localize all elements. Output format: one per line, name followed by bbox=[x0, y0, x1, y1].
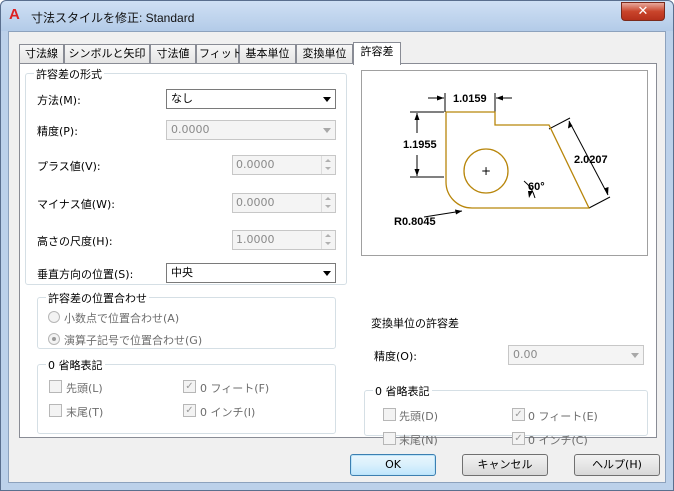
zero-inches-label[interactable]: 0 インチ(I) bbox=[200, 404, 255, 420]
leading-label[interactable]: 先頭(L) bbox=[66, 380, 103, 396]
alt-trailing-checkbox[interactable] bbox=[383, 432, 396, 445]
upper-value: 0.0000 bbox=[236, 158, 275, 171]
alt-leading-checkbox[interactable] bbox=[383, 408, 396, 421]
alt-tolerance-legend: 変換単位の許容差 bbox=[369, 315, 461, 331]
spinner-buttons[interactable] bbox=[321, 156, 335, 174]
trailing-label[interactable]: 末尾(T) bbox=[66, 404, 103, 420]
spin-up-icon bbox=[325, 159, 331, 162]
chevron-down-icon bbox=[631, 353, 639, 358]
spin-down-icon bbox=[325, 205, 331, 208]
precision-label: 精度(P): bbox=[37, 125, 78, 138]
chevron-down-icon bbox=[323, 271, 331, 276]
dim-left-text: 1.1955 bbox=[403, 139, 437, 151]
preview-pane: + 1.0159 1.1955 2.0207 60° R0.8045 bbox=[361, 70, 648, 256]
alt-zero-feet-checkbox[interactable]: ✓ bbox=[512, 408, 525, 421]
tab-symbols-arrows[interactable]: シンボルと矢印 bbox=[64, 44, 150, 64]
autocad-logo-icon: A bbox=[9, 6, 20, 23]
close-button[interactable]: ✕ bbox=[621, 2, 665, 21]
alt-zero-inches-label[interactable]: 0 インチ(C) bbox=[528, 432, 588, 448]
tab-tolerances[interactable]: 許容差 bbox=[353, 42, 401, 65]
dialog-client: 寸法線 シンボルと矢印 寸法値 フィット 基本単位 変換単位 許容差 許容差の形… bbox=[8, 31, 666, 483]
upper-value-spinner[interactable]: 0.0000 bbox=[232, 155, 336, 175]
trailing-checkbox[interactable] bbox=[49, 404, 62, 417]
ok-button[interactable]: OK bbox=[350, 454, 436, 476]
height-scale-spinner[interactable]: 1.0000 bbox=[232, 230, 336, 250]
zero-inches-checkbox[interactable]: ✓ bbox=[183, 404, 196, 417]
spinner-buttons[interactable] bbox=[321, 194, 335, 212]
lower-value: 0.0000 bbox=[236, 196, 275, 209]
spin-down-icon bbox=[325, 167, 331, 170]
spin-up-icon bbox=[325, 234, 331, 237]
tab-fit[interactable]: フィット bbox=[196, 44, 243, 64]
dim-angle-text: 60° bbox=[528, 181, 545, 193]
tolerance-format-legend: 許容差の形式 bbox=[34, 66, 104, 82]
dialog-window: A 寸法スタイルを修正: Standard ✕ 寸法線 シンボルと矢印 寸法値 … bbox=[0, 0, 674, 491]
center-mark: + bbox=[481, 164, 491, 178]
chevron-down-icon bbox=[323, 128, 331, 133]
spinner-buttons[interactable] bbox=[321, 231, 335, 249]
dimension-preview-drawing: + 1.0159 1.1955 2.0207 60° R0.8045 bbox=[394, 93, 611, 228]
align-operator-radio[interactable] bbox=[48, 333, 60, 345]
align-decimal-radio[interactable] bbox=[48, 311, 60, 323]
vertical-position-dropdown[interactable]: 中央 bbox=[166, 263, 336, 283]
tolerance-alignment-legend: 許容差の位置合わせ bbox=[46, 290, 149, 306]
chevron-down-icon bbox=[323, 97, 331, 102]
alt-zero-feet-label[interactable]: 0 フィート(E) bbox=[528, 408, 598, 424]
precision-dropdown[interactable]: 0.0000 bbox=[166, 120, 336, 140]
height-scale-value: 1.0000 bbox=[236, 233, 275, 246]
tab-alternate-units[interactable]: 変換単位 bbox=[296, 44, 353, 64]
leading-checkbox[interactable] bbox=[49, 380, 62, 393]
upper-value-label: プラス値(V): bbox=[37, 160, 101, 173]
alt-trailing-label[interactable]: 末尾(N) bbox=[399, 432, 438, 448]
dim-diagonal-text: 2.0207 bbox=[574, 154, 608, 166]
alt-zero-inches-checkbox[interactable]: ✓ bbox=[512, 432, 525, 445]
vertical-position-label: 垂直方向の位置(S): bbox=[37, 268, 134, 281]
vertical-position-value: 中央 bbox=[171, 266, 193, 279]
zero-suppression-group: 0 省略表記 bbox=[37, 357, 336, 434]
zero-feet-label[interactable]: 0 フィート(F) bbox=[200, 380, 269, 396]
align-operator-label[interactable]: 演算子記号で位置合わせ(G) bbox=[64, 332, 202, 348]
alt-precision-dropdown[interactable]: 0.00 bbox=[508, 345, 644, 365]
alt-zero-suppression-legend: 0 省略表記 bbox=[373, 383, 432, 399]
tab-dimension-lines[interactable]: 寸法線 bbox=[19, 44, 64, 64]
method-label: 方法(M): bbox=[37, 94, 81, 107]
precision-value: 0.0000 bbox=[171, 123, 210, 136]
lower-value-label: マイナス値(W): bbox=[37, 198, 115, 211]
help-button[interactable]: ヘルプ(H) bbox=[574, 454, 660, 476]
cancel-button[interactable]: キャンセル bbox=[462, 454, 548, 476]
title-bar[interactable]: A 寸法スタイルを修正: Standard ✕ bbox=[1, 1, 673, 31]
method-dropdown[interactable]: なし bbox=[166, 89, 336, 109]
method-value: なし bbox=[171, 92, 193, 105]
alt-leading-label[interactable]: 先頭(D) bbox=[399, 408, 438, 424]
height-scale-label: 高さの尺度(H): bbox=[37, 235, 113, 248]
dim-top-text: 1.0159 bbox=[453, 93, 487, 105]
tab-primary-units[interactable]: 基本単位 bbox=[239, 44, 296, 64]
alt-precision-label: 精度(O): bbox=[374, 350, 417, 363]
window-title: 寸法スタイルを修正: Standard bbox=[31, 11, 195, 25]
spin-up-icon bbox=[325, 197, 331, 200]
zero-feet-checkbox[interactable]: ✓ bbox=[183, 380, 196, 393]
dim-radius-text: R0.8045 bbox=[394, 216, 436, 228]
alt-precision-value: 0.00 bbox=[513, 348, 538, 361]
align-decimal-label[interactable]: 小数点で位置合わせ(A) bbox=[64, 310, 179, 326]
zero-suppression-legend: 0 省略表記 bbox=[46, 357, 105, 373]
lower-value-spinner[interactable]: 0.0000 bbox=[232, 193, 336, 213]
tab-text[interactable]: 寸法値 bbox=[150, 44, 196, 64]
spin-down-icon bbox=[325, 242, 331, 245]
tolerance-panel: 許容差の形式 方法(M): なし 精度(P): 0.0000 プラス値(V): … bbox=[19, 63, 657, 447]
